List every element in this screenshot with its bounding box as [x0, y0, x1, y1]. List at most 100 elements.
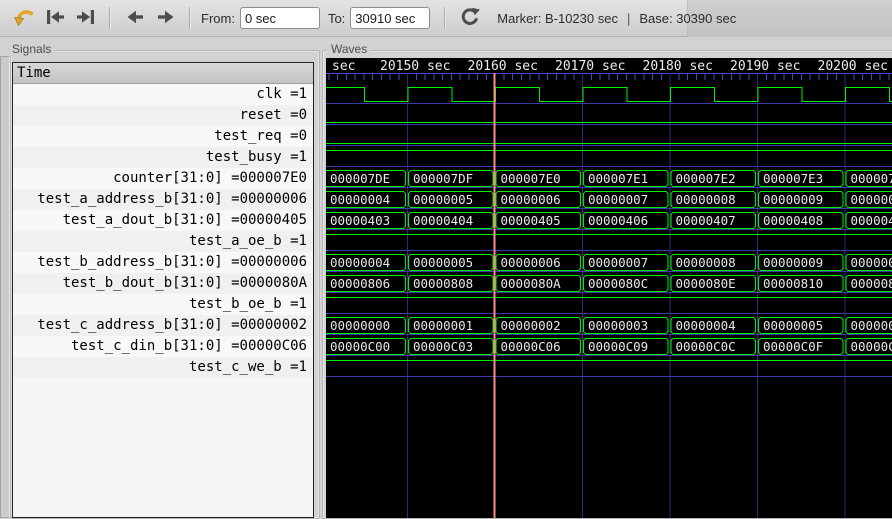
go-to-end-button[interactable] [72, 5, 99, 32]
timeline-label: 20160 sec [468, 59, 538, 74]
bus-value: 00000008 [676, 255, 736, 270]
bus-value: 00000C03 [413, 339, 473, 354]
bus-value: 000007E4 [851, 171, 892, 186]
signals-vertical-scrollbar[interactable] [0, 56, 10, 518]
shift-right-button[interactable] [152, 5, 179, 32]
waveform-svg: sec20150 sec20160 sec20170 sec20180 sec2… [326, 58, 892, 518]
bus-value: 00000409 [851, 213, 892, 228]
refresh-icon [458, 5, 482, 32]
bus-value: 00000406 [588, 213, 648, 228]
bus-value: 0000080E [676, 276, 736, 291]
bus-value: 00000C00 [330, 339, 390, 354]
shift-left-button[interactable] [121, 5, 148, 32]
arrow-right-icon [154, 5, 178, 32]
toolbar-separator [444, 7, 446, 29]
bus-value: 00000C06 [501, 339, 561, 354]
toolbar-separator [189, 7, 191, 29]
bus-value: 00000405 [501, 213, 561, 228]
bus-value: 00000812 [851, 276, 892, 291]
bus-value: 0000080A [501, 276, 562, 291]
bus-value: 00000C12 [851, 339, 892, 354]
signal-row[interactable]: test_a_oe_b =1 [13, 231, 313, 252]
bus-value: 00000002 [501, 318, 561, 333]
clock-wave [326, 88, 892, 102]
signal-row[interactable]: test_req =0 [13, 126, 313, 147]
from-label: From: [201, 11, 235, 26]
signal-row[interactable]: test_c_address_b[31:0] =00000002 [13, 315, 313, 336]
bus-value: 00000009 [763, 255, 823, 270]
status-separator: | [627, 11, 630, 26]
reload-swirl-icon [12, 5, 36, 32]
from-input[interactable] [240, 7, 320, 29]
bus-value: 00000005 [763, 318, 823, 333]
reload-button[interactable] [10, 5, 37, 32]
wave-canvas[interactable]: sec20150 sec20160 sec20170 sec20180 sec2… [326, 58, 892, 518]
bus-value: 00000C0F [763, 339, 823, 354]
bus-value: 00000003 [588, 318, 648, 333]
bus-value: 00000810 [763, 276, 823, 291]
to-input[interactable] [350, 7, 430, 29]
bus-value: 00000403 [330, 213, 390, 228]
wave-row-clk [326, 88, 892, 102]
go-to-start-button[interactable] [41, 5, 68, 32]
bus-value: 00000004 [330, 255, 390, 270]
base-text: Base: 30390 sec [639, 11, 736, 26]
bus-value: 00000007 [588, 255, 648, 270]
signal-row[interactable]: test_c_din_b[31:0] =00000C06 [13, 336, 313, 357]
signal-row[interactable]: counter[31:0] =000007E0 [13, 168, 313, 189]
signal-row[interactable]: test_c_we_b =1 [13, 357, 313, 378]
bus-value: 00000006 [851, 318, 892, 333]
bus-value: 00000C09 [588, 339, 648, 354]
bus-value: 0000080C [588, 276, 648, 291]
signal-row[interactable]: reset =0 [13, 105, 313, 126]
bus-value: 00000001 [413, 318, 473, 333]
signals-list: Time clk =1reset =0test_req =0test_busy … [12, 62, 314, 518]
bus-value: 000007E0 [501, 171, 561, 186]
signal-row[interactable]: test_a_dout_b[31:0] =00000405 [13, 210, 313, 231]
bus-value: 00000005 [413, 255, 473, 270]
time-column-header: Time [13, 63, 313, 84]
bus-value: 00000004 [676, 318, 736, 333]
gtkwave-window: { "toolbar": { "from_label": "From:", "f… [0, 0, 892, 518]
marker-base-status: Marker: B-10230 sec | Base: 30390 sec [497, 11, 736, 26]
timeline-label: 20200 sec [818, 59, 888, 74]
bus-value: 00000009 [763, 192, 823, 207]
signal-row[interactable]: test_busy =1 [13, 147, 313, 168]
bus-value: 00000008 [676, 192, 736, 207]
bus-value: 0000000A [851, 255, 892, 270]
bus-value: 00000C0C [676, 339, 736, 354]
bus-value: 00000407 [676, 213, 736, 228]
signals-frame-label: Signals [8, 42, 55, 56]
signal-row[interactable]: test_b_oe_b =1 [13, 294, 313, 315]
refresh-button[interactable] [456, 5, 483, 32]
signal-row[interactable]: test_a_address_b[31:0] =00000006 [13, 189, 313, 210]
timeline-label: 20150 sec [380, 59, 450, 74]
bus-value: 00000404 [413, 213, 473, 228]
timeline-label: sec [332, 59, 355, 74]
go-last-icon [74, 5, 98, 32]
timeline-label: 20190 sec [730, 59, 800, 74]
signal-row[interactable]: test_b_address_b[31:0] =00000006 [13, 252, 313, 273]
arrow-left-icon [123, 5, 147, 32]
bus-value: 00000006 [501, 255, 561, 270]
to-label: To: [328, 11, 345, 26]
signals-list-rows: clk =1reset =0test_req =0test_busy =1cou… [13, 84, 313, 378]
bus-value: 000007DE [330, 171, 390, 186]
bus-value: 00000408 [763, 213, 823, 228]
bus-value: 00000007 [588, 192, 648, 207]
signal-row[interactable]: test_b_dout_b[31:0] =0000080A [13, 273, 313, 294]
marker-text: Marker: B-10230 sec [497, 11, 618, 26]
go-first-icon [43, 5, 67, 32]
bus-value: 00000806 [330, 276, 390, 291]
signal-row[interactable]: clk =1 [13, 84, 313, 105]
bus-value: 000007DF [413, 171, 473, 186]
toolbar: From: To: Marker: B-10230 sec | Base: 3039… [0, 0, 892, 37]
bus-value: 00000004 [330, 192, 390, 207]
bus-value: 000007E2 [676, 171, 736, 186]
bus-value: 000007E3 [763, 171, 823, 186]
timeline-label: 20180 sec [643, 59, 713, 74]
bus-value: 00000808 [413, 276, 473, 291]
waves-frame-label: Waves [327, 42, 371, 56]
bus-value: 000007E1 [588, 171, 648, 186]
bus-value: 00000000 [330, 318, 390, 333]
